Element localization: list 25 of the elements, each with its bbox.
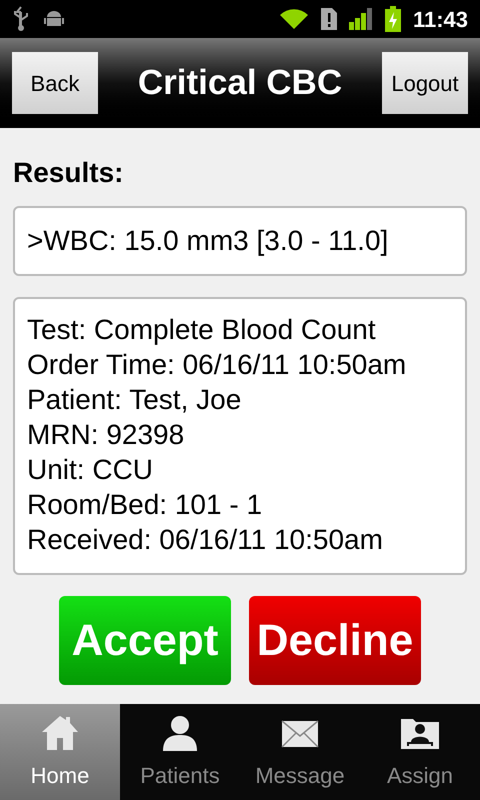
detail-line: Test: Complete Blood Count <box>27 313 377 347</box>
tab[interactable]: Patients <box>120 704 240 800</box>
person-icon <box>160 713 200 753</box>
tab[interactable]: Assign <box>360 704 480 800</box>
tab[interactable]: Home <box>0 704 120 800</box>
battery-charging-icon <box>384 6 401 32</box>
detail-line: Order Time: 06/16/11 10:50am <box>27 348 408 382</box>
clock: 11:43 <box>412 6 468 34</box>
sim-alert-icon <box>320 8 337 30</box>
usb-icon <box>12 6 30 32</box>
house-icon <box>40 713 80 753</box>
result-text: >WBC: 15.0 mm3 [3.0 - 11.0] <box>27 224 388 258</box>
detail-line: MRN: 92398 <box>27 418 186 452</box>
signal-icon <box>348 8 373 30</box>
wifi-icon <box>278 7 309 31</box>
detail-line: Room/Bed: 101 - 1 <box>27 488 264 522</box>
detail-line: Received: 06/16/11 10:50am <box>27 523 384 557</box>
decline-button[interactable]: Decline <box>249 596 421 685</box>
results-label: Results: <box>13 156 124 190</box>
detail-line: Patient: Test, Joe <box>27 383 242 417</box>
page-title: Critical CBC <box>138 62 342 104</box>
tab[interactable]: Message <box>240 704 360 800</box>
detail-line: Unit: CCU <box>27 453 154 487</box>
back-button[interactable]: Back <box>12 52 98 114</box>
logout-button[interactable]: Logout <box>382 52 468 114</box>
